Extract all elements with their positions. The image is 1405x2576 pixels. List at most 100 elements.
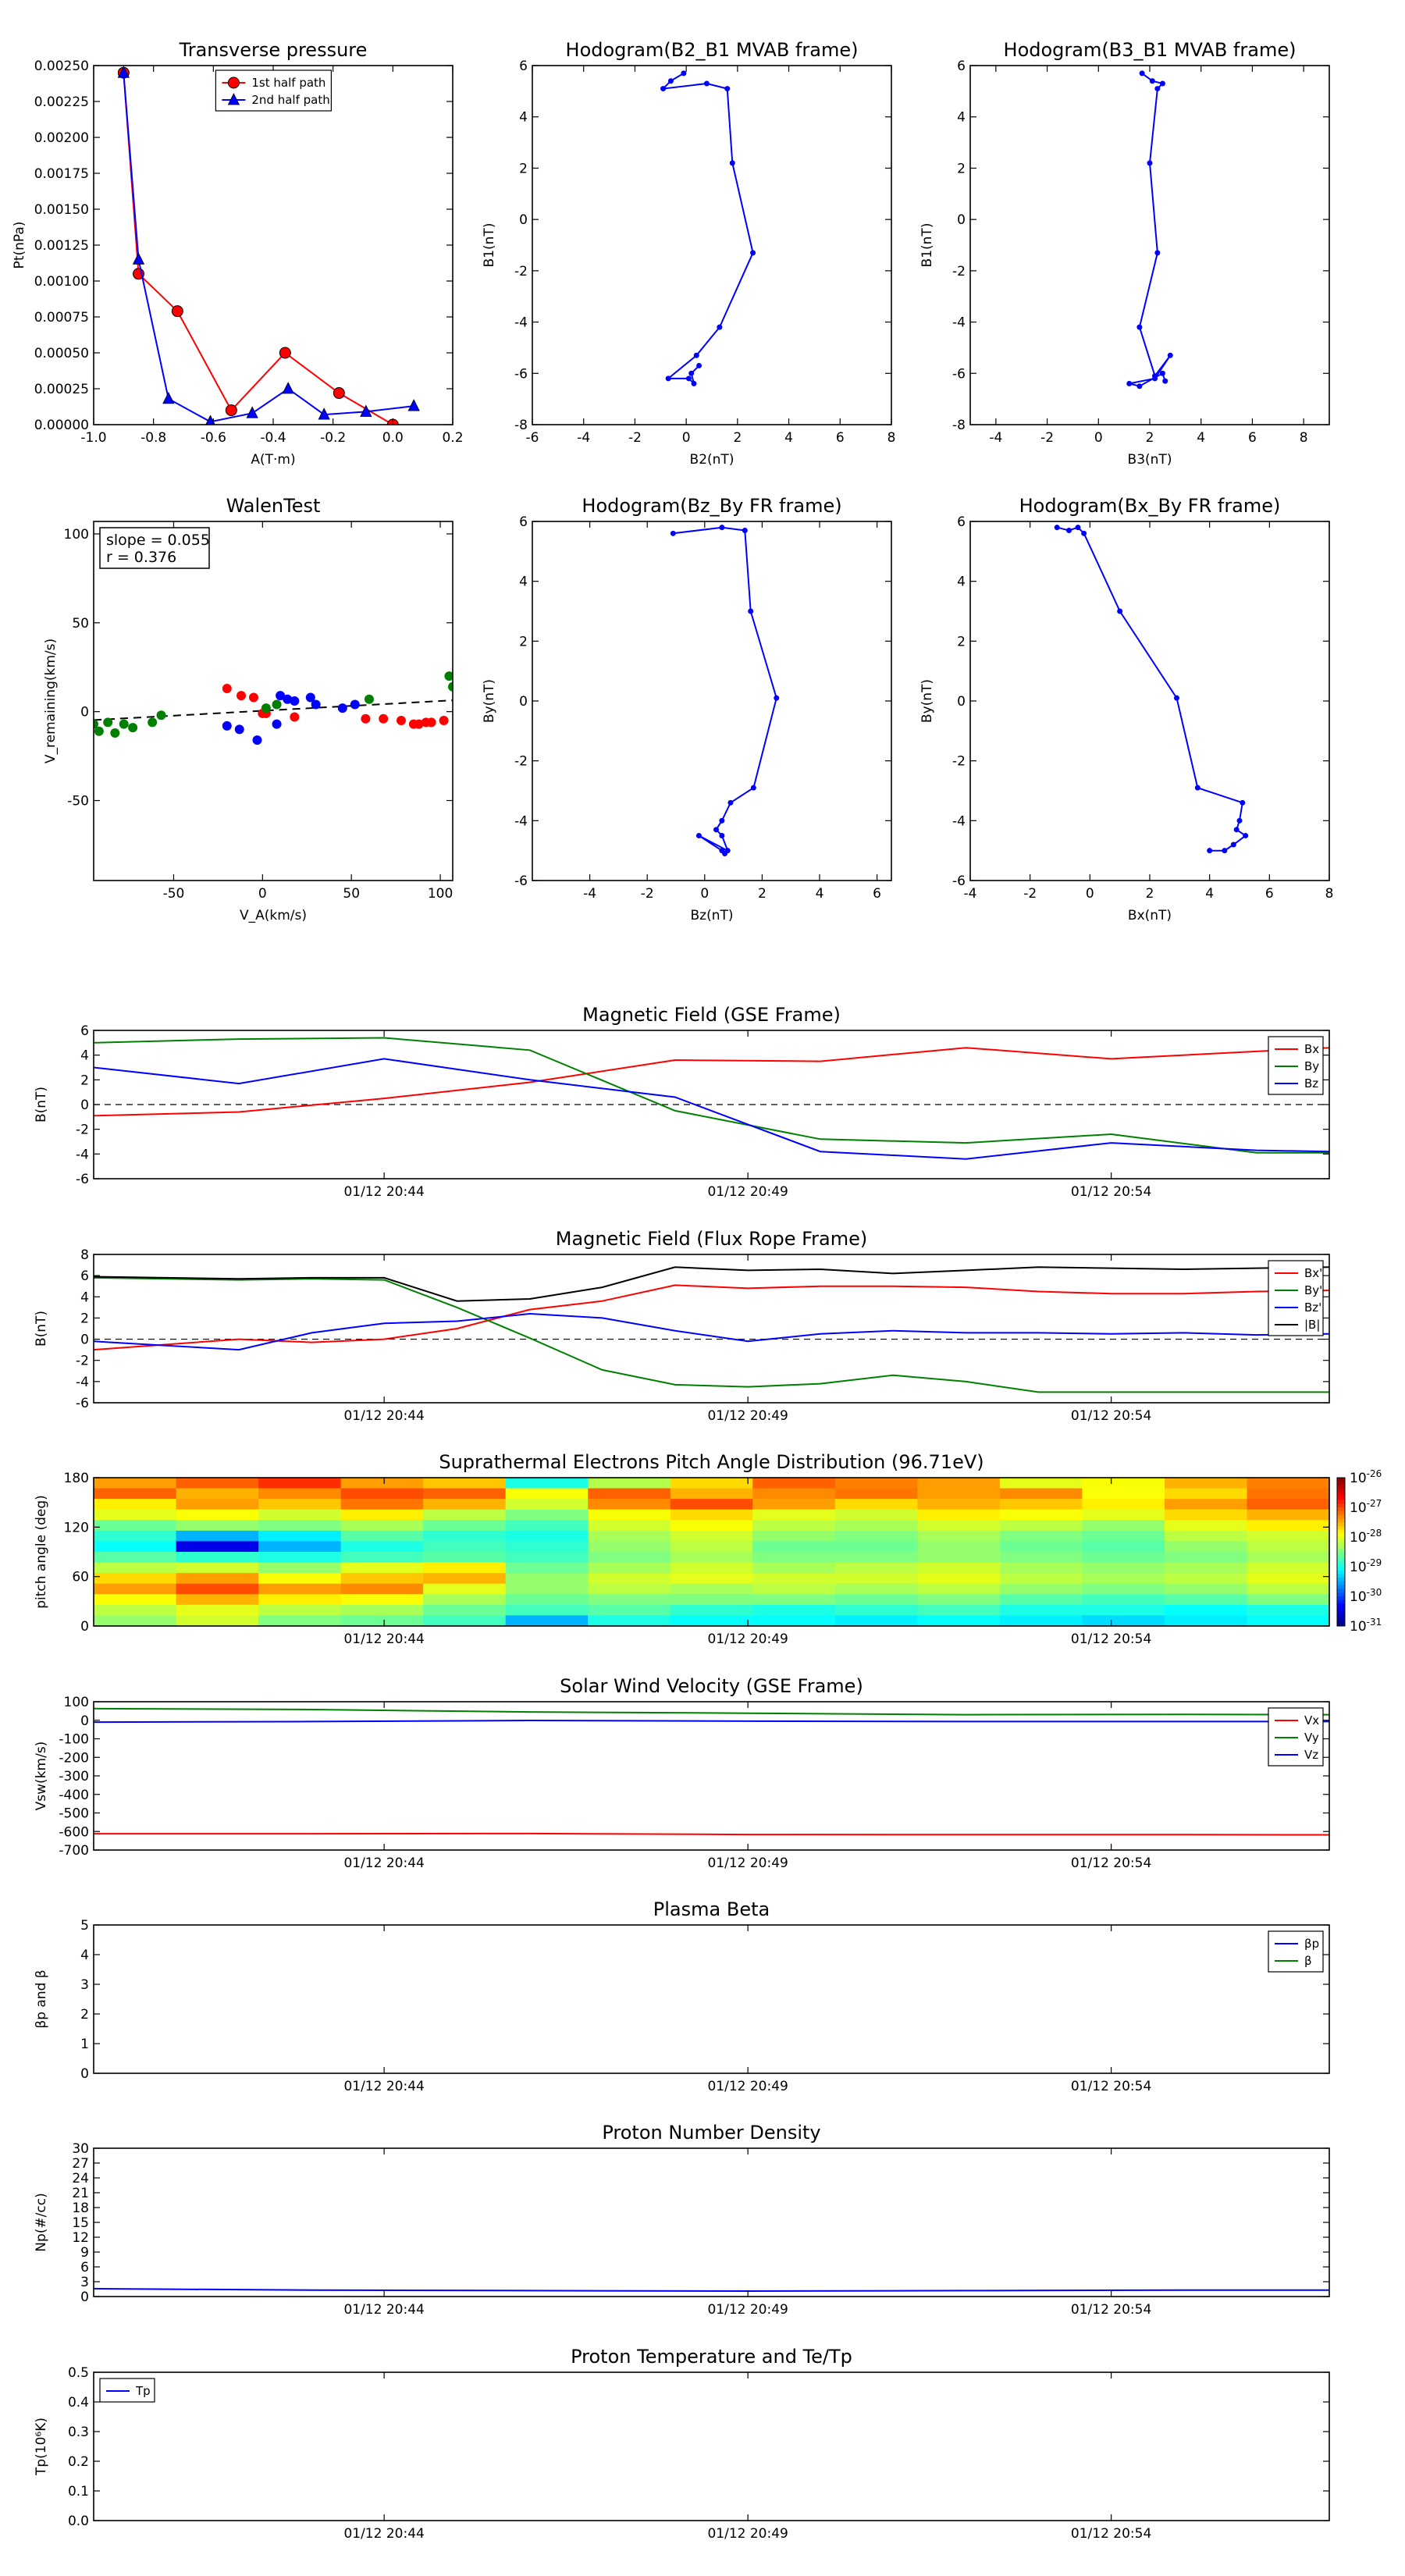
- y-tick-label: 100: [64, 1695, 89, 1710]
- data-point: [1152, 375, 1158, 382]
- data-point: [660, 86, 667, 92]
- heatmap-cell: [176, 1615, 259, 1626]
- chart-mfgse: Magnetic Field (GSE Frame) -6 -4 -2 0 2 4 6 01/1…: [34, 1004, 1330, 1200]
- plot-frame: [532, 521, 892, 881]
- legend-label: 1st half path: [251, 76, 325, 90]
- x-tick-label: 01/12 20:54: [1071, 1184, 1151, 1200]
- heatmap-cell: [999, 1604, 1083, 1616]
- data-point: [333, 387, 345, 400]
- y-tick-label: 0.5: [68, 2365, 89, 2381]
- x-tick-label: 2: [1146, 886, 1154, 902]
- heatmap-cell: [505, 1478, 589, 1489]
- plot-area: [1126, 70, 1173, 390]
- y-tick-label: 4: [957, 110, 966, 126]
- data-point: [774, 695, 780, 701]
- y-tick-label: 2: [519, 161, 528, 176]
- colorbar-label: 10-30: [1350, 1587, 1382, 1605]
- heatmap-cell: [258, 1573, 342, 1585]
- heatmap-cell: [1164, 1520, 1247, 1532]
- chart-title: Hodogram(B3_B1 MVAB frame): [1004, 39, 1297, 61]
- plot-frame: [93, 65, 454, 425]
- colorbar-swatch: [1337, 1478, 1345, 1482]
- heatmap-cell: [1164, 1573, 1247, 1585]
- heatmap-cell: [505, 1530, 589, 1542]
- series-line-Vz: [94, 1719, 1329, 1724]
- heatmap-cell: [340, 1562, 424, 1574]
- chart-title: WalenTest: [226, 495, 321, 517]
- heatmap-cell: [670, 1562, 753, 1574]
- y-tick-label: 6: [80, 1268, 89, 1284]
- data-point: [426, 717, 436, 728]
- data-point: [1147, 160, 1153, 166]
- y-tick-label: 0: [80, 705, 89, 720]
- heatmap-cell: [423, 1499, 507, 1510]
- heatmap-cell: [1247, 1552, 1329, 1564]
- y-tick-label: 0.1: [68, 2484, 89, 2500]
- heatmap-cell: [917, 1594, 1001, 1606]
- data-point: [361, 713, 371, 724]
- heatmap-cell: [1164, 1552, 1247, 1564]
- heatmap-cell: [917, 1615, 1001, 1626]
- y-tick-label: 2: [519, 634, 528, 649]
- series-line-Bx: [94, 1047, 1329, 1117]
- heatmap-cell: [999, 1509, 1083, 1521]
- data-point: [727, 799, 734, 806]
- x-tick-label: 01/12 20:49: [707, 2079, 788, 2094]
- series-line-Bz': [94, 1312, 1329, 1351]
- y-tick-label: 8: [80, 1247, 89, 1263]
- heatmap-cell: [340, 1615, 424, 1626]
- y-tick-label: 0: [519, 694, 528, 710]
- data-point: [119, 719, 129, 729]
- colorbar-swatch: [1337, 1596, 1345, 1601]
- heatmap-cell: [340, 1594, 424, 1606]
- x-tick-label: -50: [163, 886, 185, 902]
- annotation-text: r = 0.376: [106, 549, 176, 566]
- data-point: [227, 76, 240, 89]
- y-tick-label: 0: [80, 1098, 89, 1113]
- x-tick-label: -0.8: [140, 430, 166, 446]
- data-point: [237, 691, 247, 701]
- chart-tp: Transverse pressure0.000000.000250.00050…: [12, 39, 464, 468]
- data-point: [279, 347, 291, 359]
- legend: Bx' By' Bz' |B|: [1268, 1260, 1324, 1336]
- heatmap-cell: [1082, 1552, 1165, 1564]
- data-point: [1117, 608, 1123, 614]
- heatmap-cell: [176, 1562, 259, 1574]
- y-tick-label: 0.3: [68, 2425, 89, 2440]
- data-point: [110, 728, 120, 738]
- heatmap-cell: [670, 1552, 753, 1564]
- colorbar: 10-26 10-27 10-28 10-29 10-30 10-31: [1336, 1468, 1382, 1635]
- data-point: [1162, 378, 1168, 384]
- heatmap-cell: [917, 1552, 1001, 1564]
- data-point: [252, 735, 262, 745]
- heatmap-cell: [340, 1509, 424, 1521]
- data-point: [693, 352, 699, 358]
- heatmap-cell: [670, 1604, 753, 1616]
- colorbar-swatch: [1337, 1614, 1345, 1619]
- colorbar-swatch: [1337, 1555, 1345, 1560]
- y-tick-label: -2: [952, 264, 966, 279]
- heatmap-cell: [1164, 1594, 1247, 1606]
- heatmap-cell: [588, 1604, 671, 1616]
- y-tick-label: 2: [80, 1073, 89, 1088]
- y-tick-label: -100: [59, 1732, 89, 1748]
- x-tick-label: -0.2: [320, 430, 346, 446]
- x-tick-label: -4: [577, 430, 590, 446]
- colorbar-label: 10-31: [1350, 1617, 1382, 1635]
- x-tick-label: 01/12 20:44: [343, 2302, 424, 2318]
- y-tick-label: 4: [80, 1948, 89, 1963]
- plot-frame: [93, 1254, 1330, 1404]
- x-tick-label: 4: [1205, 886, 1214, 902]
- heatmap-cell: [999, 1499, 1083, 1510]
- data-point: [246, 406, 258, 418]
- data-point: [1174, 695, 1179, 701]
- colorbar-swatch: [1337, 1592, 1345, 1597]
- heatmap-cell: [340, 1552, 424, 1564]
- x-tick-label: 100: [428, 886, 453, 902]
- heatmap-cell: [505, 1541, 589, 1553]
- heatmap-cell: [1247, 1583, 1329, 1595]
- y-tick-label: 18: [72, 2201, 89, 2216]
- heatmap-cell: [752, 1562, 836, 1574]
- data-point: [379, 713, 389, 724]
- x-tick-label: 4: [1197, 430, 1205, 446]
